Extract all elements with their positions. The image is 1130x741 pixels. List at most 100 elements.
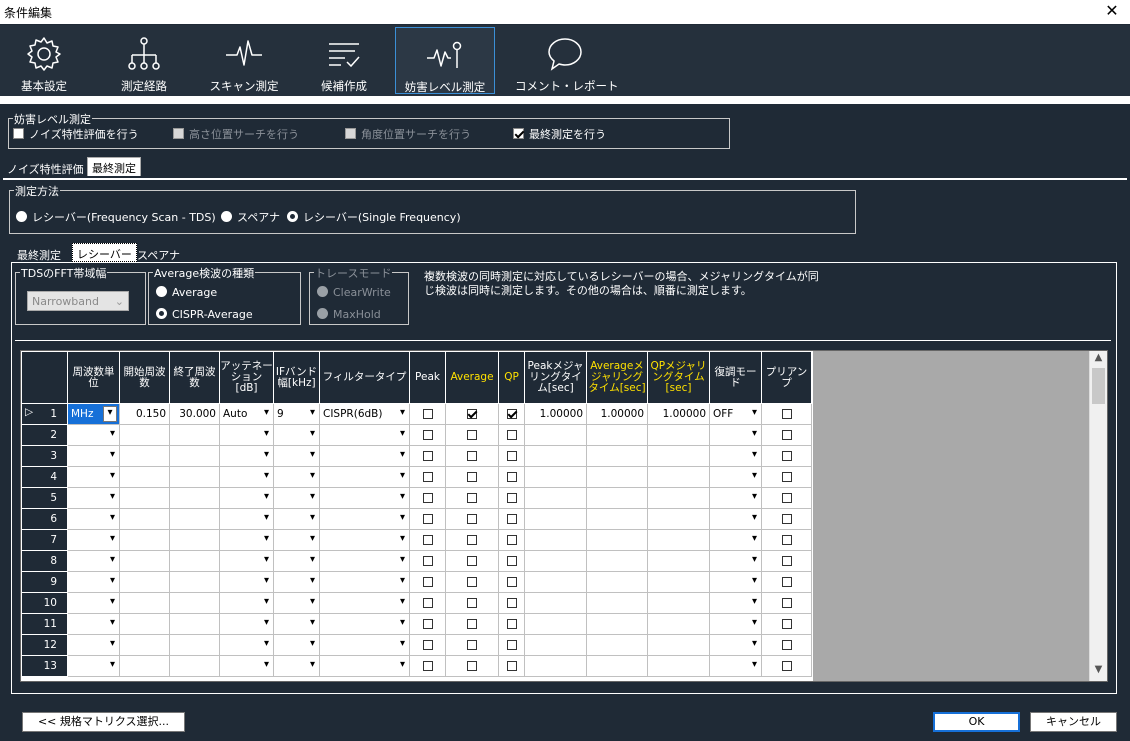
ifbw-cell[interactable]	[273, 550, 320, 572]
filter-cell[interactable]: CISPR(6dB)	[319, 403, 410, 425]
average-cell[interactable]	[445, 529, 499, 551]
qp-time-cell[interactable]	[647, 487, 710, 509]
start-cell[interactable]: 0.150	[119, 403, 170, 425]
peak-time-cell[interactable]	[524, 613, 587, 635]
average-cell[interactable]	[445, 487, 499, 509]
peak-time-cell[interactable]	[524, 424, 587, 446]
qp-time-cell[interactable]	[647, 613, 710, 635]
ifbw-cell[interactable]	[273, 592, 320, 614]
table-row[interactable]: 3	[21, 445, 812, 467]
demod-cell[interactable]	[709, 529, 762, 551]
qp-time-cell[interactable]	[647, 592, 710, 614]
qp-cell[interactable]	[498, 529, 525, 551]
average-checkbox[interactable]	[467, 493, 477, 503]
demod-cell[interactable]	[709, 466, 762, 488]
qp-checkbox[interactable]	[506, 409, 517, 419]
unit-cell[interactable]	[67, 424, 120, 446]
peak-cell[interactable]	[409, 403, 446, 425]
demod-cell[interactable]	[709, 550, 762, 572]
row-header[interactable]: 3	[21, 445, 68, 467]
att-cell[interactable]	[219, 529, 274, 551]
table-row[interactable]: 9	[21, 571, 812, 593]
preamp-cell[interactable]	[761, 592, 812, 614]
col-att[interactable]: アッテネーション[dB]	[219, 351, 274, 404]
average-cell[interactable]	[445, 550, 499, 572]
demod-cell[interactable]	[709, 445, 762, 467]
peak-cell[interactable]	[409, 529, 446, 551]
col-peak[interactable]: Peak	[409, 351, 446, 404]
peak-checkbox[interactable]	[422, 640, 433, 650]
qp-time-cell[interactable]	[647, 655, 710, 677]
end-cell[interactable]	[169, 571, 220, 593]
qp-time-cell[interactable]	[647, 571, 710, 593]
peak-time-cell[interactable]	[524, 466, 587, 488]
row-header[interactable]: 7	[21, 529, 68, 551]
ifbw-cell[interactable]	[273, 634, 320, 656]
qp-checkbox[interactable]	[506, 535, 517, 545]
average-checkbox[interactable]	[467, 577, 477, 587]
table-row[interactable]: 12	[21, 634, 812, 656]
table-row[interactable]: 6	[21, 508, 812, 530]
average-cell[interactable]	[445, 424, 499, 446]
qp-checkbox[interactable]	[506, 577, 517, 587]
peak-checkbox[interactable]	[422, 514, 433, 524]
ifbw-cell[interactable]	[273, 529, 320, 551]
ifbw-cell[interactable]	[273, 508, 320, 530]
start-cell[interactable]	[119, 466, 170, 488]
demod-cell[interactable]	[709, 487, 762, 509]
row-header[interactable]: 10	[21, 592, 68, 614]
table-row[interactable]: 2	[21, 424, 812, 446]
preamp-checkbox[interactable]	[781, 514, 792, 524]
qp-cell[interactable]	[498, 508, 525, 530]
qp-cell[interactable]	[498, 403, 525, 425]
preamp-checkbox[interactable]	[781, 661, 792, 671]
start-cell[interactable]	[119, 592, 170, 614]
filter-cell[interactable]	[319, 487, 410, 509]
average-checkbox[interactable]	[467, 409, 477, 419]
start-cell[interactable]	[119, 571, 170, 593]
avg-time-cell[interactable]	[586, 592, 648, 614]
col-unit[interactable]: 周波数単位	[67, 351, 120, 404]
ifbw-cell[interactable]	[273, 466, 320, 488]
filter-cell[interactable]	[319, 550, 410, 572]
filter-cell[interactable]	[319, 424, 410, 446]
end-cell[interactable]	[169, 466, 220, 488]
att-cell[interactable]	[219, 592, 274, 614]
preamp-cell[interactable]	[761, 529, 812, 551]
average-checkbox[interactable]	[467, 451, 477, 461]
row-header[interactable]: 4	[21, 466, 68, 488]
qp-checkbox[interactable]	[506, 661, 517, 671]
unit-cell[interactable]	[67, 613, 120, 635]
col-average[interactable]: Average	[445, 351, 499, 404]
average-checkbox[interactable]	[467, 535, 477, 545]
qp-time-cell[interactable]: 1.00000	[647, 403, 710, 425]
peak-checkbox[interactable]	[422, 577, 433, 587]
maxhold-radio[interactable]: MaxHold	[317, 308, 381, 321]
att-cell[interactable]	[219, 487, 274, 509]
unit-cell[interactable]	[67, 445, 120, 467]
average-checkbox[interactable]	[467, 619, 477, 629]
qp-checkbox[interactable]	[506, 493, 517, 503]
preamp-checkbox[interactable]	[781, 472, 792, 482]
scroll-thumb[interactable]	[1092, 368, 1105, 404]
peak-cell[interactable]	[409, 571, 446, 593]
table-row[interactable]: 5	[21, 487, 812, 509]
att-cell[interactable]	[219, 571, 274, 593]
qp-checkbox[interactable]	[506, 598, 517, 608]
start-cell[interactable]	[119, 508, 170, 530]
row-header[interactable]: 8	[21, 550, 68, 572]
qp-time-cell[interactable]	[647, 634, 710, 656]
table-row[interactable]: 8	[21, 550, 812, 572]
cancel-button[interactable]: キャンセル	[1030, 712, 1117, 732]
start-cell[interactable]	[119, 487, 170, 509]
average-checkbox[interactable]	[467, 598, 477, 608]
peak-time-cell[interactable]	[524, 550, 587, 572]
avg-time-cell[interactable]	[586, 508, 648, 530]
filter-cell[interactable]	[319, 613, 410, 635]
qp-cell[interactable]	[498, 466, 525, 488]
cispr-average-radio[interactable]: CISPR-Average	[156, 308, 253, 321]
filter-cell[interactable]	[319, 466, 410, 488]
toolbar-scan-measure[interactable]: スキャン測定	[204, 27, 284, 94]
end-cell[interactable]	[169, 445, 220, 467]
peak-checkbox[interactable]	[422, 661, 433, 671]
